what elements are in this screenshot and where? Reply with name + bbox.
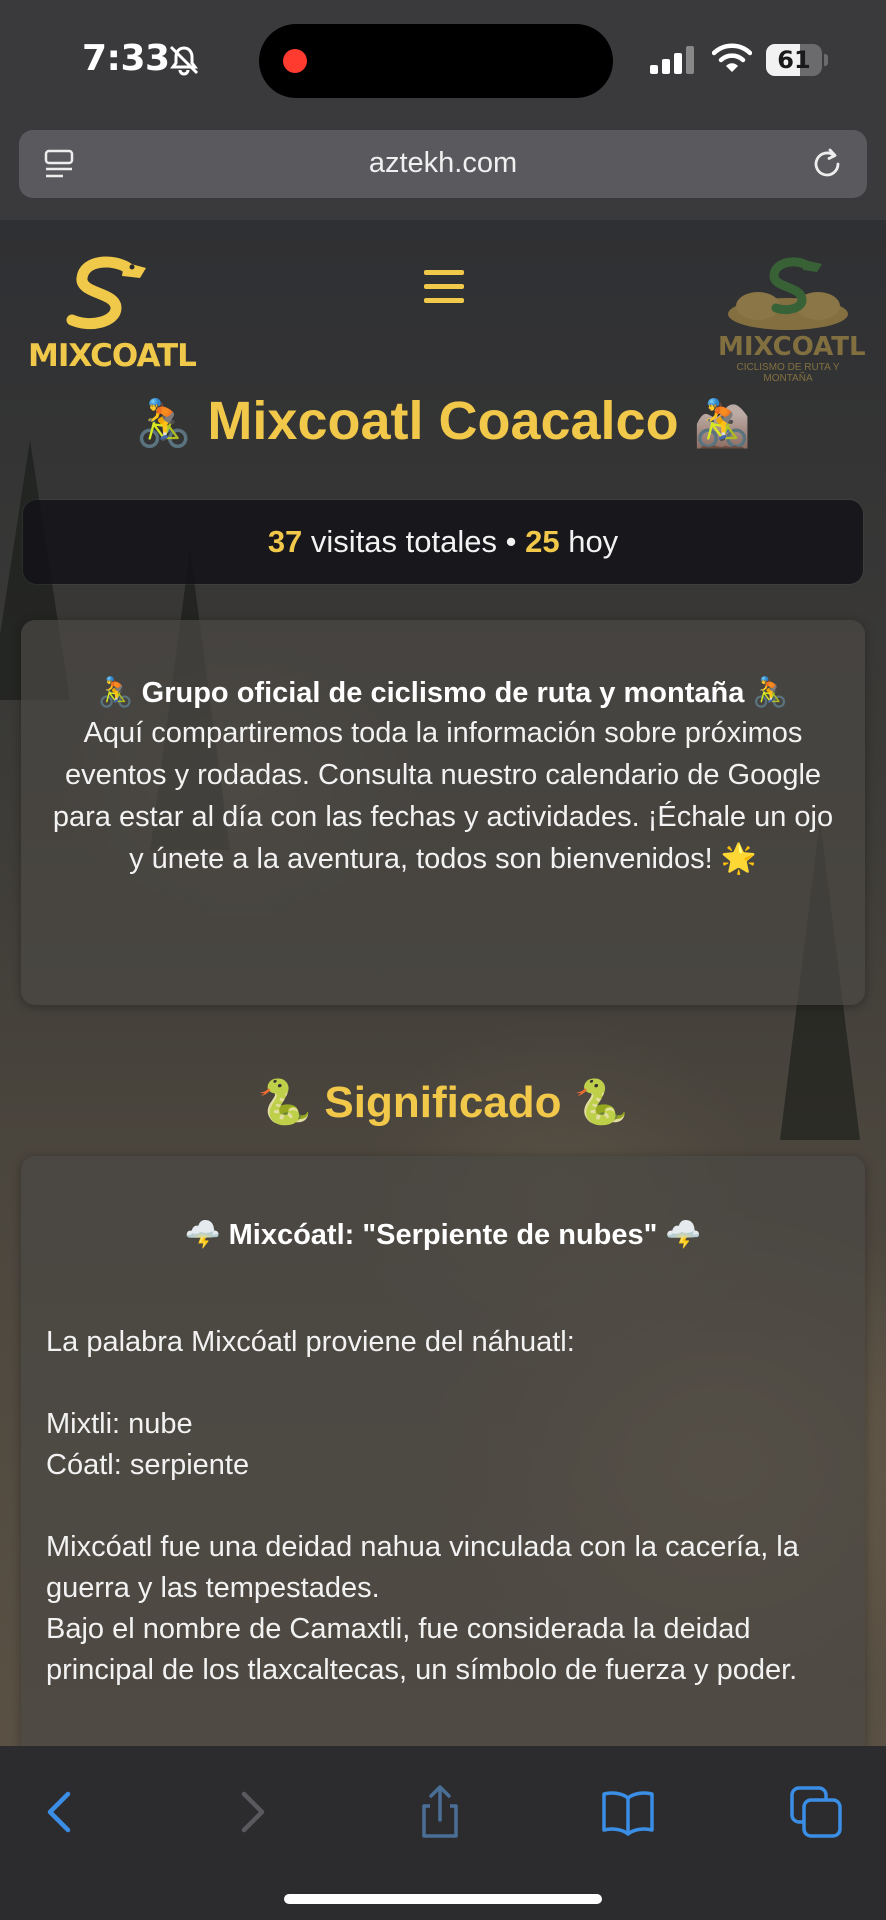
intro-title: 🚴 Grupo oficial de ciclismo de ruta y mo… — [97, 677, 789, 709]
forward-arrow-icon[interactable] — [222, 1782, 282, 1842]
visits-total: 37 — [267, 524, 303, 559]
meaning-card-title: 🌩️ Mixcóatl: "Serpiente de nubes" 🌩️ — [184, 1219, 702, 1251]
meaning-paragraph: Mixtli: nube — [46, 1408, 193, 1440]
battery-indicator: 61 — [766, 44, 828, 76]
meaning-paragraph: Mixcóatl fue una deidad nahua vinculada … — [46, 1531, 799, 1604]
silent-bell-icon — [169, 45, 199, 76]
mixcoatl-club-logo: MIXCOATL CICLISMO DE RUTA Y MONTAÑA — [718, 256, 866, 386]
status-time: 7:33 — [82, 38, 170, 79]
recording-dot-icon — [283, 49, 307, 73]
tabs-icon[interactable] — [786, 1782, 846, 1842]
dynamic-island — [259, 24, 613, 98]
meaning-card-body: La palabra Mixcóatl proviene del náhuatl… — [46, 1322, 846, 1691]
mixcoatl-logo[interactable]: MIXCOATL — [28, 256, 197, 376]
back-arrow-icon[interactable] — [30, 1782, 90, 1842]
site-title-text: Mixcoatl Coacalco — [207, 391, 679, 451]
reload-icon[interactable] — [809, 146, 845, 182]
bookmarks-icon[interactable] — [598, 1782, 658, 1842]
wifi-icon — [712, 43, 752, 72]
visit-counter: 37 visitas totales • 25 hoy — [23, 500, 863, 584]
site-title: 🚴 Mixcoatl Coacalco 🚵 — [0, 390, 886, 452]
meaning-section-title: 🐍 Significado 🐍 — [257, 1078, 629, 1127]
menu-hamburger-button[interactable] — [424, 270, 464, 306]
browser-bottom-toolbar — [0, 1746, 886, 1920]
url-text[interactable]: aztekh.com — [19, 147, 867, 180]
status-bar: 7:33 61 — [0, 0, 886, 124]
visits-total-label: visitas totales • — [310, 524, 517, 559]
serpent-logo-icon — [66, 256, 146, 329]
visits-today: 25 — [525, 524, 560, 559]
meaning-paragraph: Cóatl: serpiente — [46, 1449, 250, 1481]
browser-toolbar: aztekh.com — [0, 124, 886, 220]
cyclist-emoji: 🚴 — [135, 397, 193, 449]
web-page: MIXCOATL MIXCOATL CICLISMO DE RUTA Y MON… — [0, 220, 886, 1746]
intro-card: 🚴 Grupo oficial de ciclismo de ruta y mo… — [21, 620, 865, 1005]
cloud-serpent-logo-icon — [728, 257, 848, 330]
share-icon[interactable] — [410, 1782, 470, 1842]
home-indicator[interactable] — [284, 1894, 602, 1904]
meaning-paragraph: La palabra Mixcóatl proviene del náhuatl… — [46, 1326, 575, 1358]
visits-today-label: hoy — [568, 524, 619, 559]
mountain-cyclist-emoji: 🚵 — [693, 397, 751, 449]
cell-signal-icon — [650, 46, 694, 74]
meaning-paragraph: Bajo el nombre de Camaxtli, fue consider… — [46, 1613, 798, 1686]
address-bar[interactable]: aztekh.com — [19, 130, 867, 198]
intro-body: Aquí compartiremos toda la información s… — [52, 717, 834, 875]
meaning-card: 🌩️ Mixcóatl: "Serpiente de nubes" 🌩️ La … — [21, 1156, 865, 1746]
